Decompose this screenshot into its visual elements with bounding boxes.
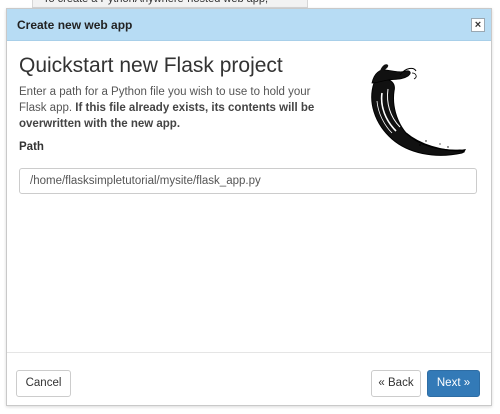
- flask-horn-logo-icon: [371, 64, 466, 156]
- next-button[interactable]: Next »: [427, 370, 480, 397]
- path-input[interactable]: [19, 168, 477, 194]
- path-label: Path: [19, 141, 44, 153]
- create-web-app-dialog: Create new web app × Quickstart new Flas…: [6, 8, 492, 406]
- dialog-footer: Cancel « Back Next »: [7, 352, 491, 407]
- description-text: Enter a path for a Python file you wish …: [19, 84, 341, 132]
- close-button[interactable]: ×: [471, 18, 485, 32]
- back-button[interactable]: « Back: [371, 370, 421, 397]
- dialog-title: Create new web app: [17, 18, 133, 32]
- background-text-snippet: To create a PythonAnywhere-hosted web ap…: [32, 0, 308, 8]
- page-title: Quickstart new Flask project: [19, 54, 283, 77]
- cancel-button[interactable]: Cancel: [16, 370, 71, 397]
- dialog-header: Create new web app ×: [7, 9, 491, 41]
